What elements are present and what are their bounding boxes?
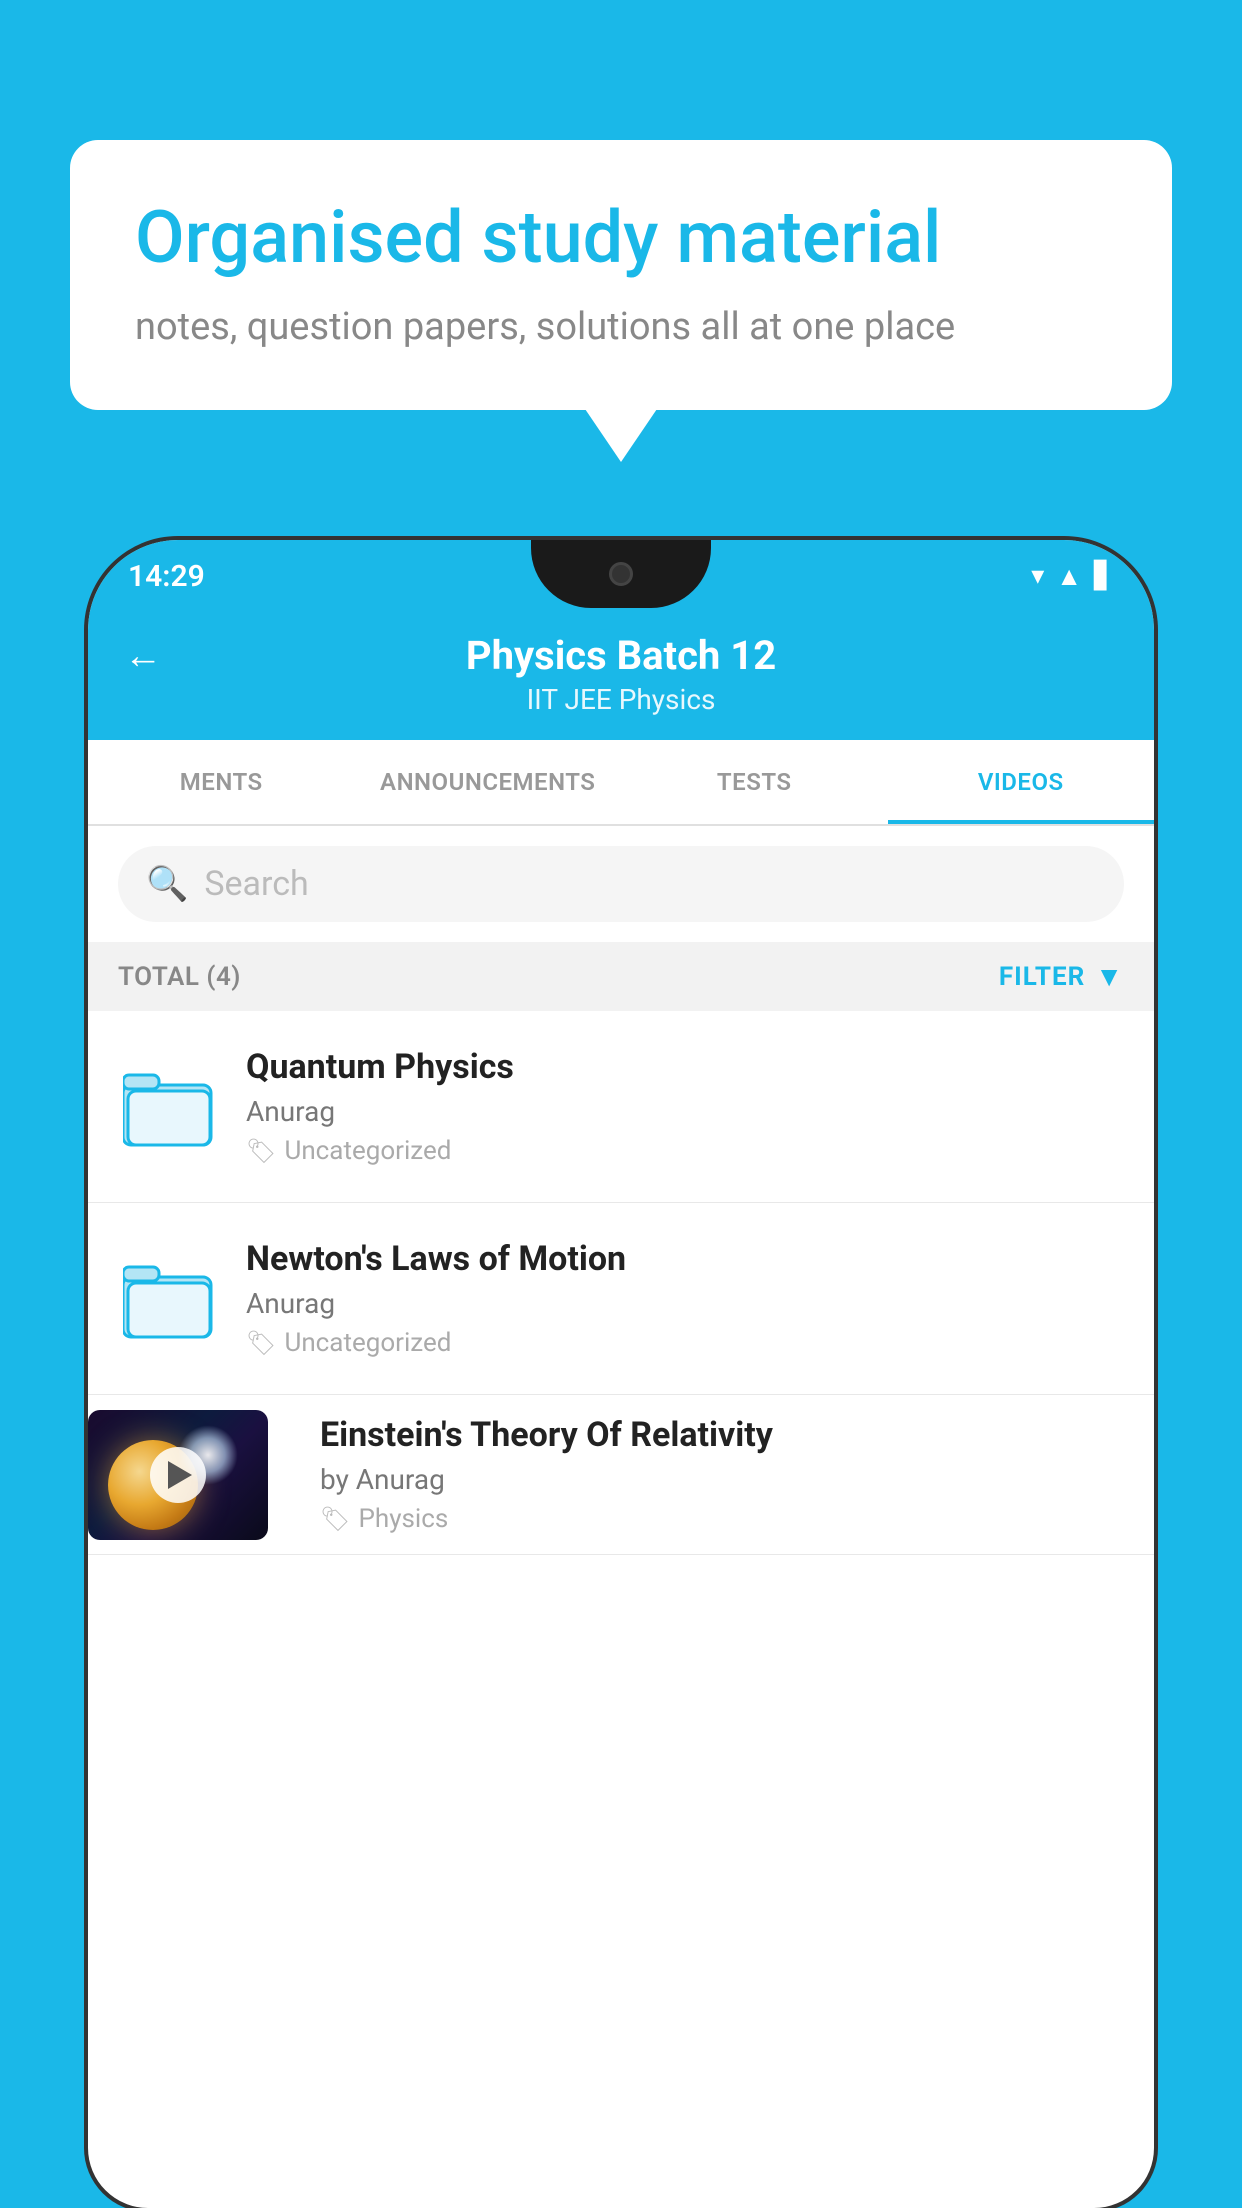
status-time: 14:29 xyxy=(128,559,205,594)
status-bar: 14:29 ▾ ▲ ▋ xyxy=(88,540,1154,612)
tab-videos[interactable]: VIDEOS xyxy=(888,740,1155,824)
video-title-1: Newton's Laws of Motion xyxy=(246,1239,1124,1279)
speech-bubble-container: Organised study material notes, question… xyxy=(70,140,1172,410)
video-tag-1: 🏷 Uncategorized xyxy=(246,1328,1124,1358)
video-author-2: by Anurag xyxy=(320,1463,1134,1496)
video-list: Quantum Physics Anurag 🏷 Uncategorized xyxy=(88,1011,1154,1555)
tab-announcements[interactable]: ANNOUNCEMENTS xyxy=(355,740,622,824)
video-info-2: Einstein's Theory Of Relativity by Anura… xyxy=(296,1395,1154,1554)
app-header: ← Physics Batch 12 IIT JEE Physics xyxy=(88,612,1154,740)
play-triangle-icon xyxy=(168,1461,192,1489)
camera-dot xyxy=(609,562,633,586)
list-item[interactable]: Einstein's Theory Of Relativity by Anura… xyxy=(88,1395,1154,1555)
tag-text-2: Physics xyxy=(358,1504,448,1534)
filter-label: FILTER xyxy=(999,962,1085,992)
play-button-2[interactable] xyxy=(150,1447,206,1503)
filter-funnel-icon: ▼ xyxy=(1095,960,1124,993)
video-author-0: Anurag xyxy=(246,1095,1124,1128)
phone-screen: 14:29 ▾ ▲ ▋ ← Physics Batch 12 IIT JEE P… xyxy=(88,540,1154,2208)
video-title-2: Einstein's Theory Of Relativity xyxy=(320,1415,1134,1455)
speech-bubble: Organised study material notes, question… xyxy=(70,140,1172,410)
tag-text-1: Uncategorized xyxy=(284,1328,451,1358)
wifi-icon: ▾ xyxy=(1031,561,1044,591)
video-thumbnail-img-2 xyxy=(88,1410,268,1540)
header-subtitle: IIT JEE Physics xyxy=(527,683,716,716)
phone-frame: 14:29 ▾ ▲ ▋ ← Physics Batch 12 IIT JEE P… xyxy=(88,540,1154,2208)
filter-button[interactable]: FILTER ▼ xyxy=(999,960,1124,993)
list-item[interactable]: Quantum Physics Anurag 🏷 Uncategorized xyxy=(88,1011,1154,1203)
tag-icon-2: 🏷 xyxy=(320,1505,350,1533)
status-icons: ▾ ▲ ▋ xyxy=(1031,561,1114,592)
list-item[interactable]: Newton's Laws of Motion Anurag 🏷 Uncateg… xyxy=(88,1203,1154,1395)
video-author-1: Anurag xyxy=(246,1287,1124,1320)
bubble-title: Organised study material xyxy=(135,195,1107,281)
video-thumb-0 xyxy=(118,1057,218,1157)
folder-icon-0 xyxy=(123,1067,213,1147)
filter-bar: TOTAL (4) FILTER ▼ xyxy=(88,942,1154,1011)
total-count: TOTAL (4) xyxy=(118,962,241,992)
search-bar: 🔍 Search xyxy=(88,826,1154,942)
video-info-1: Newton's Laws of Motion Anurag 🏷 Uncateg… xyxy=(246,1239,1124,1358)
tag-text-0: Uncategorized xyxy=(284,1136,451,1166)
video-thumb-1 xyxy=(118,1249,218,1349)
signal-icon: ▲ xyxy=(1056,561,1082,592)
search-input-wrapper[interactable]: 🔍 Search xyxy=(118,846,1124,922)
tabs-bar: MENTS ANNOUNCEMENTS TESTS VIDEOS xyxy=(88,740,1154,826)
back-button[interactable]: ← xyxy=(124,634,162,678)
bubble-subtitle: notes, question papers, solutions all at… xyxy=(135,301,1107,354)
tab-tests[interactable]: TESTS xyxy=(621,740,888,824)
tag-icon-0: 🏷 xyxy=(246,1137,276,1165)
video-info-0: Quantum Physics Anurag 🏷 Uncategorized xyxy=(246,1047,1124,1166)
tag-icon-1: 🏷 xyxy=(246,1329,276,1357)
video-tag-0: 🏷 Uncategorized xyxy=(246,1136,1124,1166)
video-tag-2: 🏷 Physics xyxy=(320,1504,1134,1534)
tab-ments[interactable]: MENTS xyxy=(88,740,355,824)
search-placeholder: Search xyxy=(204,864,308,904)
folder-icon-1 xyxy=(123,1259,213,1339)
search-icon: 🔍 xyxy=(146,864,188,904)
notch xyxy=(531,540,711,608)
battery-icon: ▋ xyxy=(1094,561,1114,591)
header-title: Physics Batch 12 xyxy=(466,632,776,679)
video-title-0: Quantum Physics xyxy=(246,1047,1124,1087)
